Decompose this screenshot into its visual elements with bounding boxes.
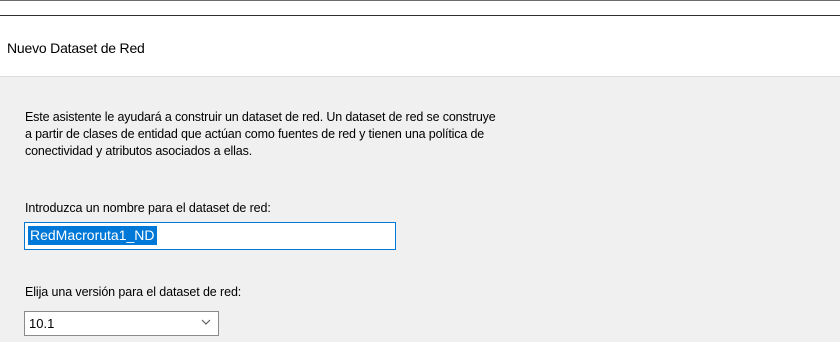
dataset-name-label: Introduzca un nombre para el dataset de … — [25, 201, 271, 215]
dataset-name-value[interactable]: RedMacroruta1_ND — [28, 226, 157, 245]
dialog-window: Nuevo Dataset de Red Este asistente le a… — [0, 0, 840, 342]
dialog-header: Nuevo Dataset de Red — [0, 15, 840, 77]
dialog-content: Este asistente le ayudará a construir un… — [0, 77, 840, 342]
chevron-down-icon[interactable] — [200, 316, 212, 328]
dialog-title: Nuevo Dataset de Red — [7, 40, 145, 56]
intro-line: Este asistente le ayudará a construir un… — [25, 110, 496, 124]
intro-line: a partir de clases de entidad que actúan… — [25, 127, 485, 141]
dataset-version-value: 10.1 — [29, 316, 55, 331]
intro-line: conectividad y atributos asociados a ell… — [25, 144, 253, 158]
dataset-version-select[interactable]: 10.1 — [24, 311, 219, 336]
dataset-name-input[interactable]: RedMacroruta1_ND — [24, 222, 396, 250]
dataset-version-label: Elija una versión para el dataset de red… — [25, 285, 242, 299]
intro-text: Este asistente le ayudará a construir un… — [25, 109, 565, 160]
